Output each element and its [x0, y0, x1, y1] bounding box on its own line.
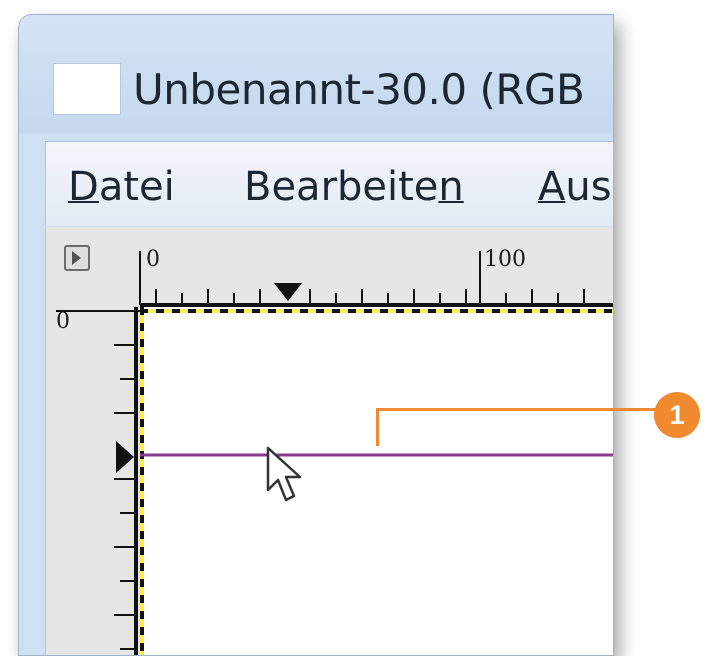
- image-window: Unbenannt-30.0 (RGB Datei Bearbeiten Aus: [18, 14, 614, 656]
- menu-item-bearbeiten[interactable]: Bearbeiten: [244, 164, 464, 210]
- callout-connector: [376, 408, 656, 411]
- title-bar[interactable]: Unbenannt-30.0 (RGB: [19, 15, 613, 133]
- menu-item-datei[interactable]: Datei: [68, 164, 175, 210]
- mouse-pointer-icon: [266, 446, 302, 502]
- position-marker-icon: [274, 283, 302, 301]
- vertical-ruler[interactable]: [46, 307, 140, 656]
- menu-mnemonic: A: [538, 164, 566, 210]
- ruler-label: 100: [484, 247, 526, 272]
- canvas-area: 0 100 0: [45, 227, 614, 656]
- ruler-label: 0: [56, 309, 70, 334]
- menu-label-part: atei: [98, 164, 175, 210]
- position-marker-icon: [116, 441, 134, 473]
- menu-mnemonic: D: [68, 164, 99, 210]
- selection-marching-ants: [140, 307, 613, 655]
- menu-bar: Datei Bearbeiten Aus: [45, 141, 613, 226]
- menu-label-part: Bearbeite: [244, 164, 439, 210]
- horizontal-ruler[interactable]: [46, 227, 614, 307]
- image-canvas[interactable]: [140, 307, 613, 655]
- menu-mnemonic: n: [438, 164, 464, 210]
- menu-label-part: us: [565, 164, 612, 210]
- menu-item-ansicht[interactable]: Aus: [538, 164, 612, 210]
- image-icon: [53, 63, 121, 115]
- callout-connector: [376, 408, 379, 446]
- window-title: Unbenannt-30.0 (RGB: [133, 65, 585, 114]
- callout-badge: 1: [654, 392, 700, 438]
- ruler-label: 0: [146, 247, 160, 272]
